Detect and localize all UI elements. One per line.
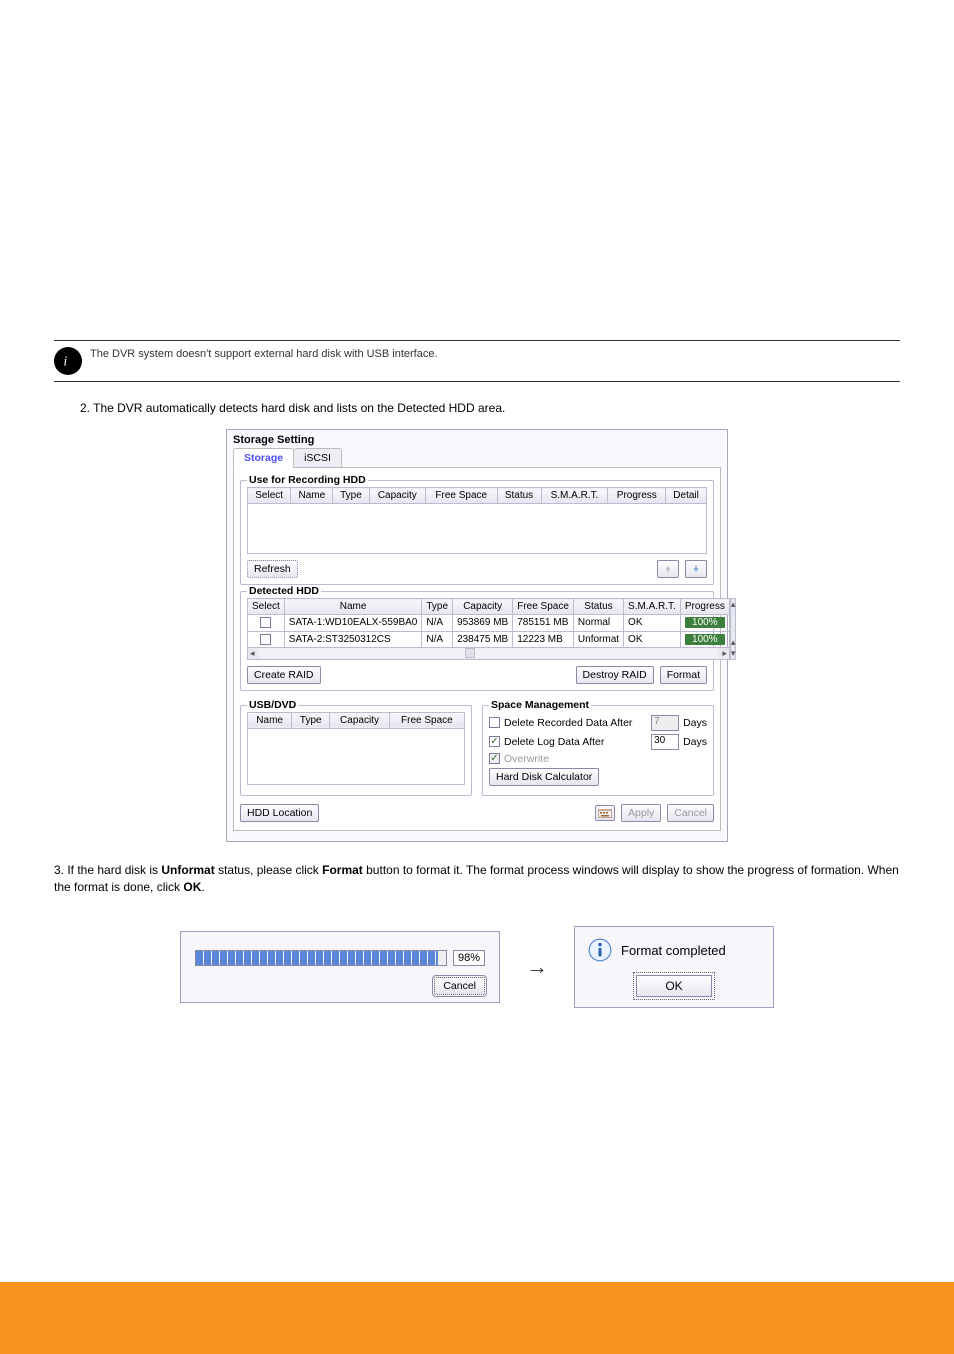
usb-dvd-table: Name Type Capacity Free Space (247, 712, 465, 729)
usb-col-name[interactable]: Name (248, 712, 292, 728)
format-progress-percent: 98% (453, 950, 485, 966)
delete-recorded-days-input: 7 (651, 715, 679, 731)
detected-hdd-group: Detected HDD Select Name Type Capacity (240, 591, 714, 690)
arrow-right-icon: → (526, 954, 548, 980)
rec-col-type[interactable]: Type (333, 488, 369, 504)
rec-col-progress[interactable]: Progress (608, 488, 666, 504)
move-up-button[interactable] (657, 560, 679, 578)
create-raid-button[interactable]: Create RAID (247, 666, 321, 684)
format-progress-bar (195, 950, 447, 966)
usb-col-type[interactable]: Type (292, 712, 330, 728)
rec-col-detail[interactable]: Detail (666, 488, 707, 504)
arrow-down-icon (692, 563, 700, 575)
scroll-right-icon[interactable]: ▸ (720, 648, 729, 659)
step-2: 2. The DVR automatically detects hard di… (54, 400, 900, 417)
format-completed-message: Format completed (621, 943, 726, 958)
recording-hdd-group: Use for Recording HDD Select Name Type C… (240, 480, 714, 585)
destroy-raid-button[interactable]: Destroy RAID (576, 666, 654, 684)
format-completed-dialog: Format completed OK (574, 926, 774, 1008)
delete-log-checkbox[interactable] (489, 736, 500, 747)
det-col-status[interactable]: Status (573, 599, 623, 615)
row-checkbox[interactable] (260, 634, 271, 645)
horizontal-scrollbar[interactable]: ◂ ▸ (247, 648, 730, 660)
table-row[interactable]: SATA-2:ST3250312CS N/A 238475 MB 12223 M… (248, 631, 730, 647)
tab-iscsi[interactable]: iSCSI (293, 448, 342, 467)
recording-hdd-title: Use for Recording HDD (247, 474, 368, 486)
cancel-button[interactable]: Cancel (667, 804, 714, 822)
info-note-text: The DVR system doesn't support external … (90, 347, 438, 362)
refresh-button[interactable]: Refresh (247, 560, 298, 578)
apply-button[interactable]: Apply (621, 804, 661, 822)
det-col-name[interactable]: Name (284, 599, 422, 615)
storage-setting-title: Storage Setting (233, 434, 721, 446)
info-bubble-icon (587, 937, 613, 963)
det-col-type[interactable]: Type (422, 599, 453, 615)
progress-badge: 100% (685, 634, 725, 645)
keyboard-icon[interactable] (595, 805, 615, 821)
space-management-title: Space Management (489, 699, 591, 711)
rec-col-select[interactable]: Select (248, 488, 291, 504)
det-col-capacity[interactable]: Capacity (453, 599, 513, 615)
det-col-freespace[interactable]: Free Space (513, 599, 574, 615)
format-button[interactable]: Format (660, 666, 707, 684)
info-icon: i (54, 347, 82, 375)
detected-hdd-table: Select Name Type Capacity Free Space Sta… (247, 598, 730, 647)
usb-col-capacity[interactable]: Capacity (330, 712, 389, 728)
overwrite-checkbox (489, 753, 500, 764)
format-progress-dialog: 98% Cancel (180, 931, 500, 1003)
det-col-smart[interactable]: S.M.A.R.T. (624, 599, 681, 615)
row-checkbox[interactable] (260, 617, 271, 628)
detected-hdd-title: Detected HDD (247, 585, 321, 597)
scroll-left-icon[interactable]: ◂ (248, 648, 257, 659)
step-3: 3. If the hard disk is Unformat status, … (54, 862, 900, 897)
rec-col-capacity[interactable]: Capacity (369, 488, 425, 504)
recording-hdd-table: Select Name Type Capacity Free Space Sta… (247, 487, 707, 504)
arrow-up-icon (664, 563, 672, 575)
svg-text:i: i (64, 354, 68, 369)
table-row[interactable]: SATA-1:WD10EALX-559BA0 N/A 953869 MB 785… (248, 615, 730, 631)
delete-recorded-checkbox[interactable] (489, 717, 500, 728)
rec-col-smart[interactable]: S.M.A.R.T. (541, 488, 608, 504)
storage-tabs: Storage iSCSI (233, 448, 721, 468)
usb-col-freespace[interactable]: Free Space (389, 712, 464, 728)
rec-col-status[interactable]: Status (497, 488, 541, 504)
storage-setting-panel: Storage Setting Storage iSCSI Use for Re… (226, 429, 728, 841)
scroll-up-icon[interactable]: ▴ (731, 637, 736, 648)
scroll-down-icon[interactable]: ▾ (731, 648, 736, 659)
hdd-calculator-button[interactable]: Hard Disk Calculator (489, 768, 599, 786)
det-col-progress[interactable]: Progress (680, 599, 729, 615)
progress-badge: 100% (685, 617, 725, 628)
delete-log-days-input[interactable]: 30 (651, 734, 679, 750)
page-footer-bar (0, 1282, 954, 1354)
rec-col-freespace[interactable]: Free Space (425, 488, 497, 504)
move-down-button[interactable] (685, 560, 707, 578)
format-cancel-button[interactable]: Cancel (434, 977, 485, 995)
usb-dvd-group: USB/DVD Name Type Capacity Free Space (240, 705, 472, 796)
hdd-location-button[interactable]: HDD Location (240, 804, 319, 822)
usb-dvd-title: USB/DVD (247, 699, 298, 711)
format-completed-ok-button[interactable]: OK (636, 975, 711, 997)
info-note-bar: i The DVR system doesn't support externa… (54, 340, 900, 382)
rec-col-name[interactable]: Name (291, 488, 333, 504)
scroll-up-icon[interactable]: ▴ (731, 599, 736, 610)
det-col-select[interactable]: Select (248, 599, 285, 615)
space-management-group: Space Management Delete Recorded Data Af… (482, 705, 714, 796)
tab-storage[interactable]: Storage (233, 448, 294, 468)
vertical-scrollbar[interactable]: ▴ ▴ ▾ (730, 598, 737, 659)
